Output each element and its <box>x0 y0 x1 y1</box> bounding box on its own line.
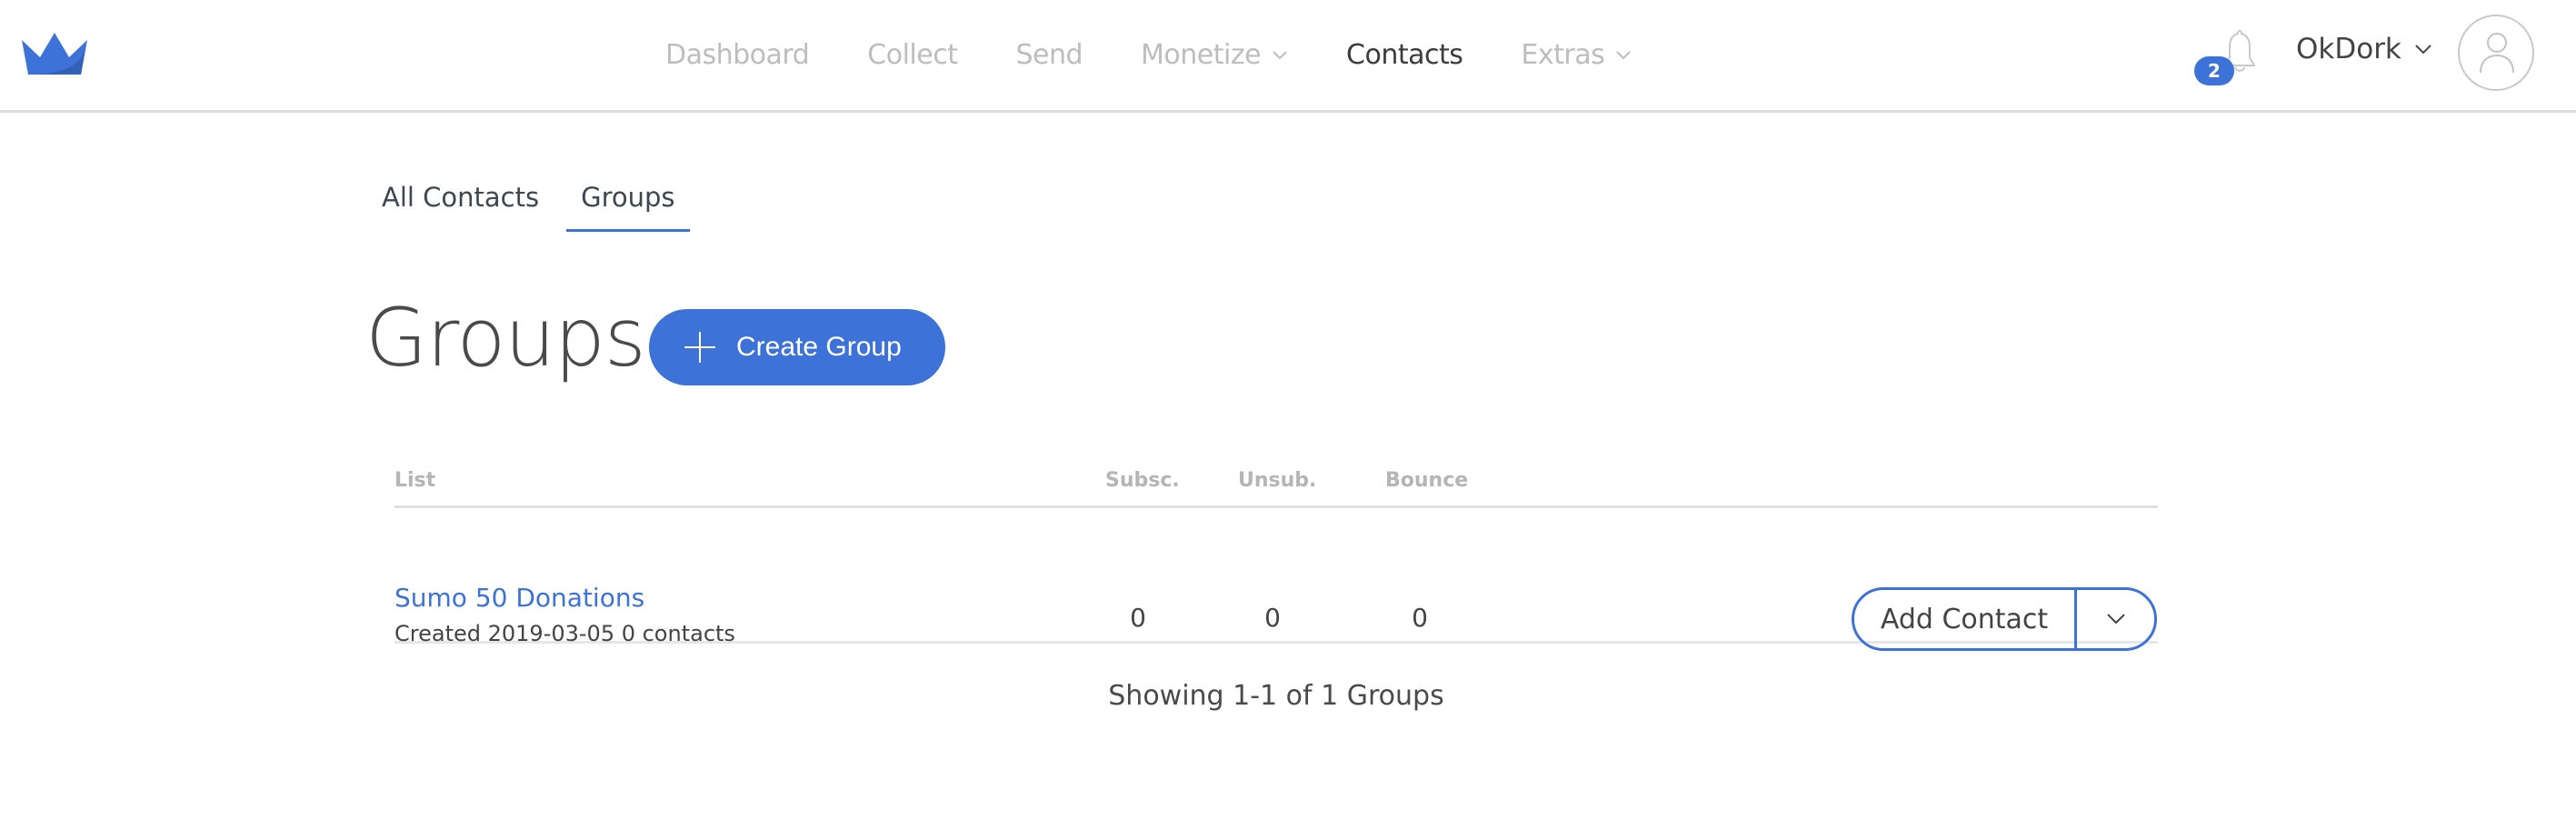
chevron-down-icon <box>1616 51 1631 60</box>
nav-contacts[interactable]: Contacts <box>1346 39 1463 71</box>
crown-logo-icon[interactable] <box>20 33 91 75</box>
page-title: Groups <box>365 291 646 385</box>
tab-groups[interactable]: Groups <box>566 182 690 232</box>
avatar[interactable] <box>2458 15 2534 91</box>
table-header: List Subsc. Unsub. Bounce <box>394 464 2158 508</box>
user-name: OkDork <box>2296 33 2401 65</box>
group-name-link[interactable]: Sumo 50 Donations <box>394 583 644 613</box>
column-header-bounce: Bounce <box>1385 469 1469 492</box>
user-icon <box>2480 33 2514 74</box>
nav-extras[interactable]: Extras <box>1521 39 1632 71</box>
nav-collect-label: Collect <box>867 38 958 71</box>
column-header-unsubscribed: Unsub. <box>1238 469 1317 492</box>
nav-dashboard-label: Dashboard <box>665 38 810 71</box>
notification-count-badge: 2 <box>2194 56 2234 85</box>
group-meta: Created 2019-03-05 0 contacts <box>394 621 735 646</box>
nav-send-label: Send <box>1015 38 1083 71</box>
nav-dashboard[interactable]: Dashboard <box>665 38 810 71</box>
nav-extras-label: Extras <box>1521 38 1605 71</box>
user-menu[interactable]: OkDork <box>2296 33 2432 65</box>
add-contact-split-button: Add Contact <box>1852 587 2157 651</box>
nav-collect[interactable]: Collect <box>867 38 958 71</box>
notifications-button[interactable]: 2 <box>2194 25 2267 89</box>
add-contact-button[interactable]: Add Contact <box>1854 590 2077 648</box>
main-nav: Dashboard Collect Send Monetize Contacts… <box>665 0 1690 109</box>
chevron-down-icon <box>1273 51 1287 60</box>
nav-send[interactable]: Send <box>1015 39 1083 71</box>
unsubscribed-count: 0 <box>1264 603 1281 633</box>
contacts-subtabs: All Contacts Groups <box>382 182 717 232</box>
create-group-button[interactable]: Create Group <box>649 309 945 385</box>
subscribed-count: 0 <box>1130 603 1146 633</box>
chevron-down-icon <box>2415 45 2431 55</box>
top-navigation-bar: Dashboard Collect Send Monetize Contacts… <box>0 0 2576 113</box>
row-actions-dropdown[interactable] <box>2077 590 2154 648</box>
tab-all-contacts[interactable]: All Contacts <box>382 182 539 213</box>
groups-table: List Subsc. Unsub. Bounce Sumo 50 Donati… <box>394 464 2158 651</box>
column-header-list: List <box>394 469 436 492</box>
plus-icon <box>684 332 715 363</box>
chevron-down-icon <box>2106 614 2125 625</box>
bounce-count: 0 <box>1412 603 1428 633</box>
nav-monetize[interactable]: Monetize <box>1141 39 1288 71</box>
table-row: Sumo 50 Donations Created 2019-03-05 0 c… <box>394 508 2158 651</box>
nav-contacts-label: Contacts <box>1346 38 1463 71</box>
create-group-label: Create Group <box>736 332 902 362</box>
nav-monetize-label: Monetize <box>1141 38 1262 71</box>
pagination-summary: Showing 1-1 of 1 Groups <box>1108 680 1444 712</box>
column-header-subscribed: Subsc. <box>1105 469 1180 492</box>
